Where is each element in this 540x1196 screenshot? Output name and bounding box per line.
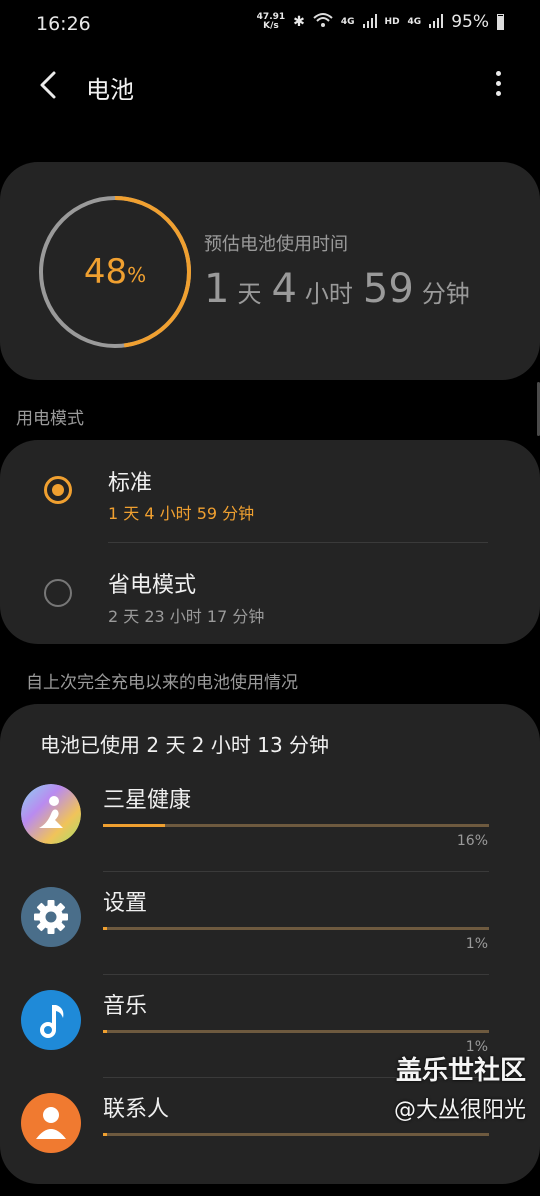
- power-mode-section-label: 用电模式: [16, 409, 84, 429]
- app-percent: 16%: [456, 833, 488, 849]
- mode-name: 省电模式: [108, 573, 197, 598]
- wifi-icon: [313, 12, 333, 32]
- bluetooth-icon: ✱: [293, 14, 305, 30]
- app-name: 三星健康: [103, 788, 192, 813]
- usage-bar-fill: [103, 1133, 107, 1136]
- settings-gear-icon: [21, 887, 81, 947]
- mode-time: 2 天 23 小时 17 分钟: [108, 607, 265, 626]
- estimate-time: 1 天 4 小时 59 分钟: [204, 266, 470, 312]
- signal-4g-label-2: 4G: [407, 17, 422, 27]
- status-icons: 47.91 K/s ✱ 4G HD 4G 95%: [257, 12, 504, 32]
- status-time: 16:26: [36, 13, 91, 35]
- usage-bar-track: [103, 824, 489, 827]
- music-note-icon: [21, 990, 81, 1050]
- usage-bar-fill: [103, 927, 107, 930]
- page-title: 电池: [86, 76, 134, 104]
- app-name: 音乐: [103, 994, 148, 1019]
- usage-total: 电池已使用 2 天 2 小时 13 分钟: [40, 733, 330, 757]
- mode-time: 1 天 4 小时 59 分钟: [108, 504, 255, 523]
- signal-bars-icon: [362, 13, 377, 32]
- radio-selected-icon[interactable]: [44, 476, 72, 504]
- usage-bar-fill: [103, 1030, 107, 1033]
- usage-bar-fill: [103, 824, 165, 827]
- power-mode-card: 标准 1 天 4 小时 59 分钟 省电模式 2 天 23 小时 17 分钟: [0, 440, 540, 644]
- watermark-handle: @大丛很阳光: [393, 1098, 526, 1123]
- watermark-title: 盖乐世社区: [395, 1056, 526, 1086]
- usage-bar-track: [103, 1133, 489, 1136]
- mode-name: 标准: [108, 471, 153, 496]
- estimate-label: 预估电池使用时间: [204, 234, 348, 255]
- status-bar: 16:26 47.91 K/s ✱ 4G HD 4G 95%: [0, 0, 540, 50]
- divider: [103, 974, 489, 975]
- contact-person-icon: [21, 1093, 81, 1153]
- radio-unselected-icon[interactable]: [44, 579, 72, 607]
- app-bar: 电池: [0, 55, 540, 115]
- mode-option-power-saving[interactable]: 省电模式 2 天 23 小时 17 分钟: [0, 543, 540, 643]
- battery-estimate-card: 48% 预估电池使用时间 1 天 4 小时 59 分钟: [0, 162, 540, 380]
- app-usage-row[interactable]: 三星健康 16%: [0, 784, 540, 887]
- usage-bar-track: [103, 927, 489, 930]
- battery-icon: [497, 14, 504, 30]
- mode-option-standard[interactable]: 标准 1 天 4 小时 59 分钟: [0, 440, 540, 540]
- signal-bars-icon-2: [429, 13, 444, 32]
- app-name: 联系人: [103, 1097, 170, 1122]
- back-arrow-icon[interactable]: [34, 67, 64, 103]
- network-speed: 47.91 K/s: [256, 12, 286, 31]
- samsung-health-icon: [21, 784, 81, 844]
- signal-4g-label: 4G: [340, 17, 355, 27]
- app-percent: 1%: [465, 936, 488, 952]
- app-usage-row[interactable]: 设置 1%: [0, 887, 540, 990]
- battery-percent-display: 48%: [83, 252, 147, 292]
- hd-label: HD: [384, 17, 400, 27]
- usage-section-label: 自上次完全充电以来的电池使用情况: [26, 673, 298, 693]
- divider: [103, 871, 489, 872]
- app-name: 设置: [103, 891, 148, 916]
- more-vertical-icon[interactable]: [492, 71, 504, 101]
- usage-bar-track: [103, 1030, 489, 1033]
- battery-percent: 95%: [451, 12, 489, 32]
